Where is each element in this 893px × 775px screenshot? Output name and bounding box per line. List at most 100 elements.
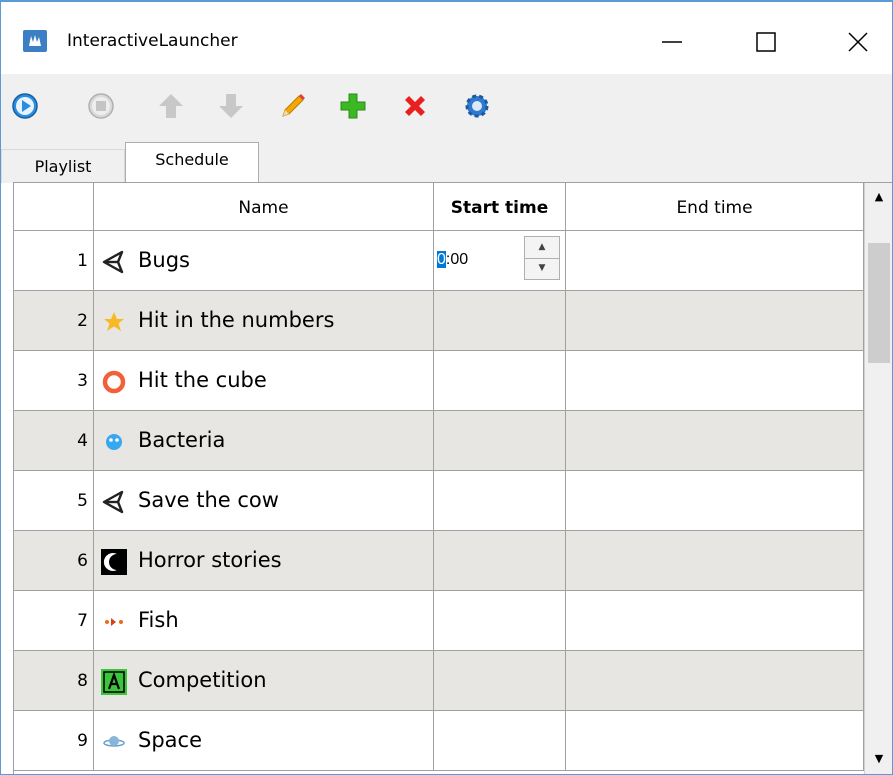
name-column-header[interactable]: Name (94, 183, 434, 231)
start-time-editor[interactable]: 0:00 ▲ ▼ (434, 231, 564, 289)
start-time-column-label: Start time (450, 198, 549, 218)
game-name: Hit in the numbers (138, 308, 335, 332)
scroll-thumb[interactable] (868, 243, 890, 363)
start-time-cell[interactable]: 0:00 ▲ ▼ (434, 231, 566, 291)
table-row[interactable]: 9 Space (14, 711, 864, 771)
tab-bar: Playlist Schedule (1, 140, 892, 183)
spin-down-button[interactable]: ▼ (525, 258, 559, 279)
unity-icon (100, 488, 128, 516)
name-cell[interactable]: Space (94, 711, 434, 771)
scroll-up-arrow[interactable]: ▲ (865, 183, 892, 211)
name-cell[interactable]: Competition (94, 651, 434, 711)
play-button[interactable] (9, 90, 41, 122)
tab-playlist-label: Playlist (34, 157, 92, 176)
name-cell[interactable]: Hit the cube (94, 351, 434, 411)
move-up-button[interactable] (155, 90, 187, 122)
game-name: Hit the cube (138, 368, 267, 392)
moon-icon (100, 548, 128, 576)
settings-gear-icon (465, 94, 489, 118)
name-cell[interactable]: Fish (94, 591, 434, 651)
table-row[interactable]: 5 Save the cow (14, 471, 864, 531)
row-number-cell[interactable]: 7 (14, 591, 94, 651)
start-time-cell[interactable] (434, 351, 566, 411)
game-name: Save the cow (138, 488, 279, 512)
settings-button[interactable] (461, 90, 493, 122)
end-time-cell[interactable] (566, 531, 864, 591)
game-name: Bugs (138, 248, 190, 272)
name-cell[interactable]: Bugs (94, 231, 434, 291)
row-number: 7 (77, 611, 88, 631)
tab-schedule-label: Schedule (155, 150, 229, 169)
app-icon (23, 30, 47, 52)
end-time-cell[interactable] (566, 651, 864, 711)
start-time-cell[interactable] (434, 531, 566, 591)
table-row[interactable]: 3 Hit the cube (14, 351, 864, 411)
spin-up-button[interactable]: ▲ (525, 237, 559, 259)
add-button[interactable] (337, 90, 369, 122)
selected-digit: 0 (437, 251, 446, 268)
tab-playlist[interactable]: Playlist (1, 149, 125, 183)
end-time-cell[interactable] (566, 411, 864, 471)
time-spinner[interactable]: ▲ ▼ (524, 236, 560, 280)
end-time-cell[interactable] (566, 351, 864, 411)
game-name: Fish (138, 608, 179, 632)
game-name: Bacteria (138, 428, 226, 452)
table-row[interactable]: 2 Hit in the numbers (14, 291, 864, 351)
row-number: 5 (77, 491, 88, 511)
row-number-cell[interactable]: 4 (14, 411, 94, 471)
vertical-scrollbar[interactable]: ▲ ▼ (864, 183, 892, 774)
time-remainder: :00 (445, 251, 469, 268)
maximize-button[interactable] (731, 18, 801, 66)
delete-button[interactable] (399, 90, 431, 122)
edit-button[interactable] (277, 90, 309, 122)
add-plus-icon (340, 93, 366, 119)
name-column-label: Name (238, 198, 289, 218)
row-number-cell[interactable]: 9 (14, 711, 94, 771)
table-row[interactable]: 6 Horror stories (14, 531, 864, 591)
close-button[interactable] (823, 18, 892, 66)
name-cell[interactable]: Horror stories (94, 531, 434, 591)
row-number-header[interactable] (14, 183, 94, 231)
edit-pencil-icon (282, 94, 305, 117)
end-time-cell[interactable] (566, 711, 864, 771)
start-time-cell[interactable] (434, 471, 566, 531)
end-time-cell[interactable] (566, 591, 864, 651)
row-number-cell[interactable]: 6 (14, 531, 94, 591)
move-up-icon (159, 94, 183, 118)
tab-schedule[interactable]: Schedule (125, 142, 259, 183)
table-row[interactable]: 1 Bugs 0:00 ▲ ▼ (14, 231, 864, 291)
row-number-cell[interactable]: 1 (14, 231, 94, 291)
row-number-cell[interactable]: 8 (14, 651, 94, 711)
minimize-button[interactable] (637, 18, 707, 66)
row-number: 1 (77, 251, 88, 271)
start-time-value: 0:00 (437, 251, 468, 269)
scroll-down-arrow[interactable]: ▼ (865, 745, 892, 773)
stop-button[interactable] (85, 90, 117, 122)
name-cell[interactable]: Save the cow (94, 471, 434, 531)
start-time-cell[interactable] (434, 651, 566, 711)
start-time-cell[interactable] (434, 711, 566, 771)
start-time-cell[interactable] (434, 411, 566, 471)
row-number-cell[interactable]: 2 (14, 291, 94, 351)
end-time-cell[interactable] (566, 471, 864, 531)
name-cell[interactable]: Bacteria (94, 411, 434, 471)
window-title: InteractiveLauncher (67, 31, 238, 51)
end-time-column-header[interactable]: End time (566, 183, 864, 231)
start-time-cell[interactable] (434, 591, 566, 651)
bacteria-icon (100, 428, 128, 456)
row-number-cell[interactable]: 5 (14, 471, 94, 531)
end-time-cell[interactable] (566, 291, 864, 351)
play-icon (12, 93, 38, 119)
name-cell[interactable]: Hit in the numbers (94, 291, 434, 351)
table-row[interactable]: 4 Bacteria (14, 411, 864, 471)
table-row[interactable]: 8 Competition (14, 651, 864, 711)
title-bar[interactable]: InteractiveLauncher (1, 2, 892, 74)
move-down-button[interactable] (215, 90, 247, 122)
row-number-cell[interactable]: 3 (14, 351, 94, 411)
end-time-cell[interactable] (566, 231, 864, 291)
row-number: 2 (77, 311, 88, 331)
start-time-cell[interactable] (434, 291, 566, 351)
row-number: 4 (77, 431, 88, 451)
table-row[interactable]: 7 Fish (14, 591, 864, 651)
start-time-column-header[interactable]: Start time (434, 183, 566, 231)
